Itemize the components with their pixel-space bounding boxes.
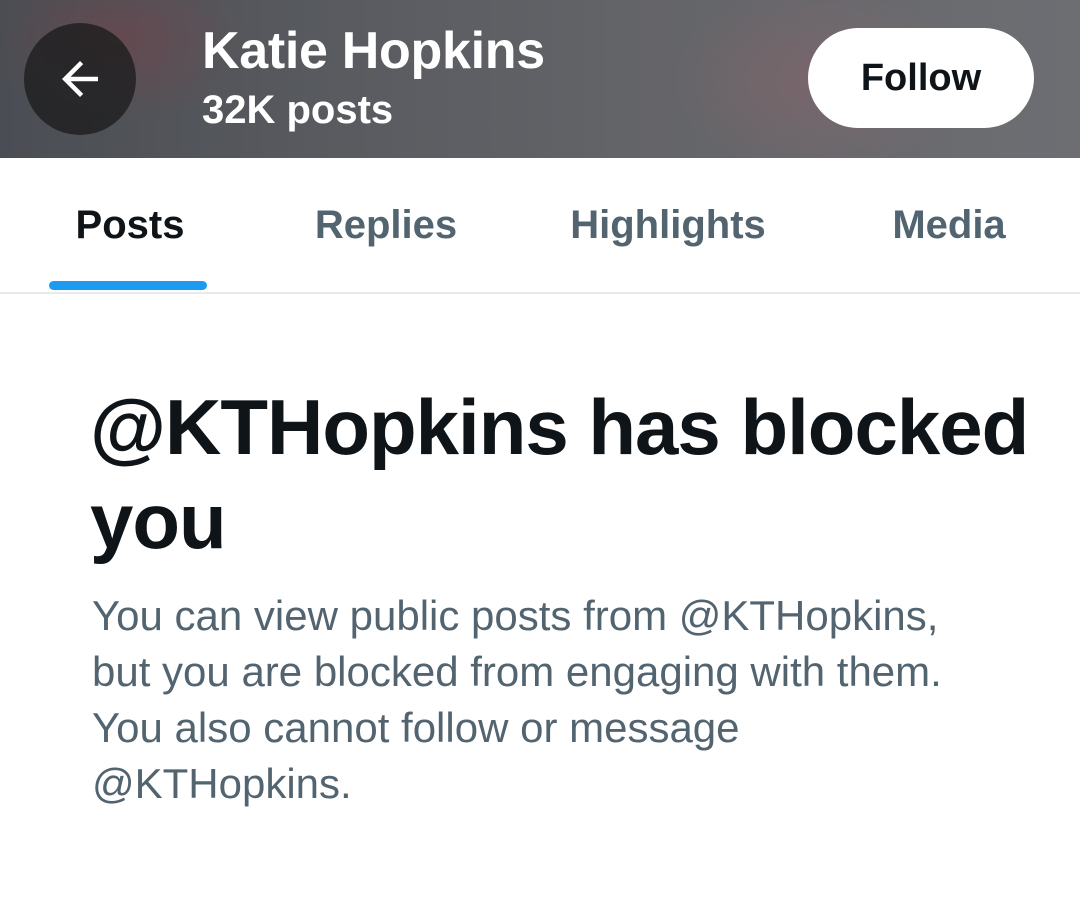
profile-tabs: Posts Replies Highlights Media [0, 158, 1080, 294]
tab-highlights[interactable]: Highlights [548, 158, 788, 292]
blocked-description: You can view public posts from @KTHopkin… [92, 592, 942, 807]
active-tab-indicator [49, 281, 207, 290]
post-count: 32K posts [202, 88, 394, 132]
follow-button[interactable]: Follow [808, 28, 1034, 128]
profile-name: Katie Hopkins [202, 22, 545, 80]
tab-posts[interactable]: Posts [40, 158, 220, 292]
tab-replies[interactable]: Replies [296, 158, 476, 292]
tab-media[interactable]: Media [866, 158, 1032, 292]
arrow-left-icon [62, 61, 98, 97]
profile-title-block: Katie Hopkins 32K posts [202, 18, 545, 136]
back-button[interactable] [24, 23, 136, 135]
profile-header: Katie Hopkins 32K posts Follow [0, 0, 1080, 158]
blocked-title: @KTHopkins has blocked you [90, 383, 1029, 565]
